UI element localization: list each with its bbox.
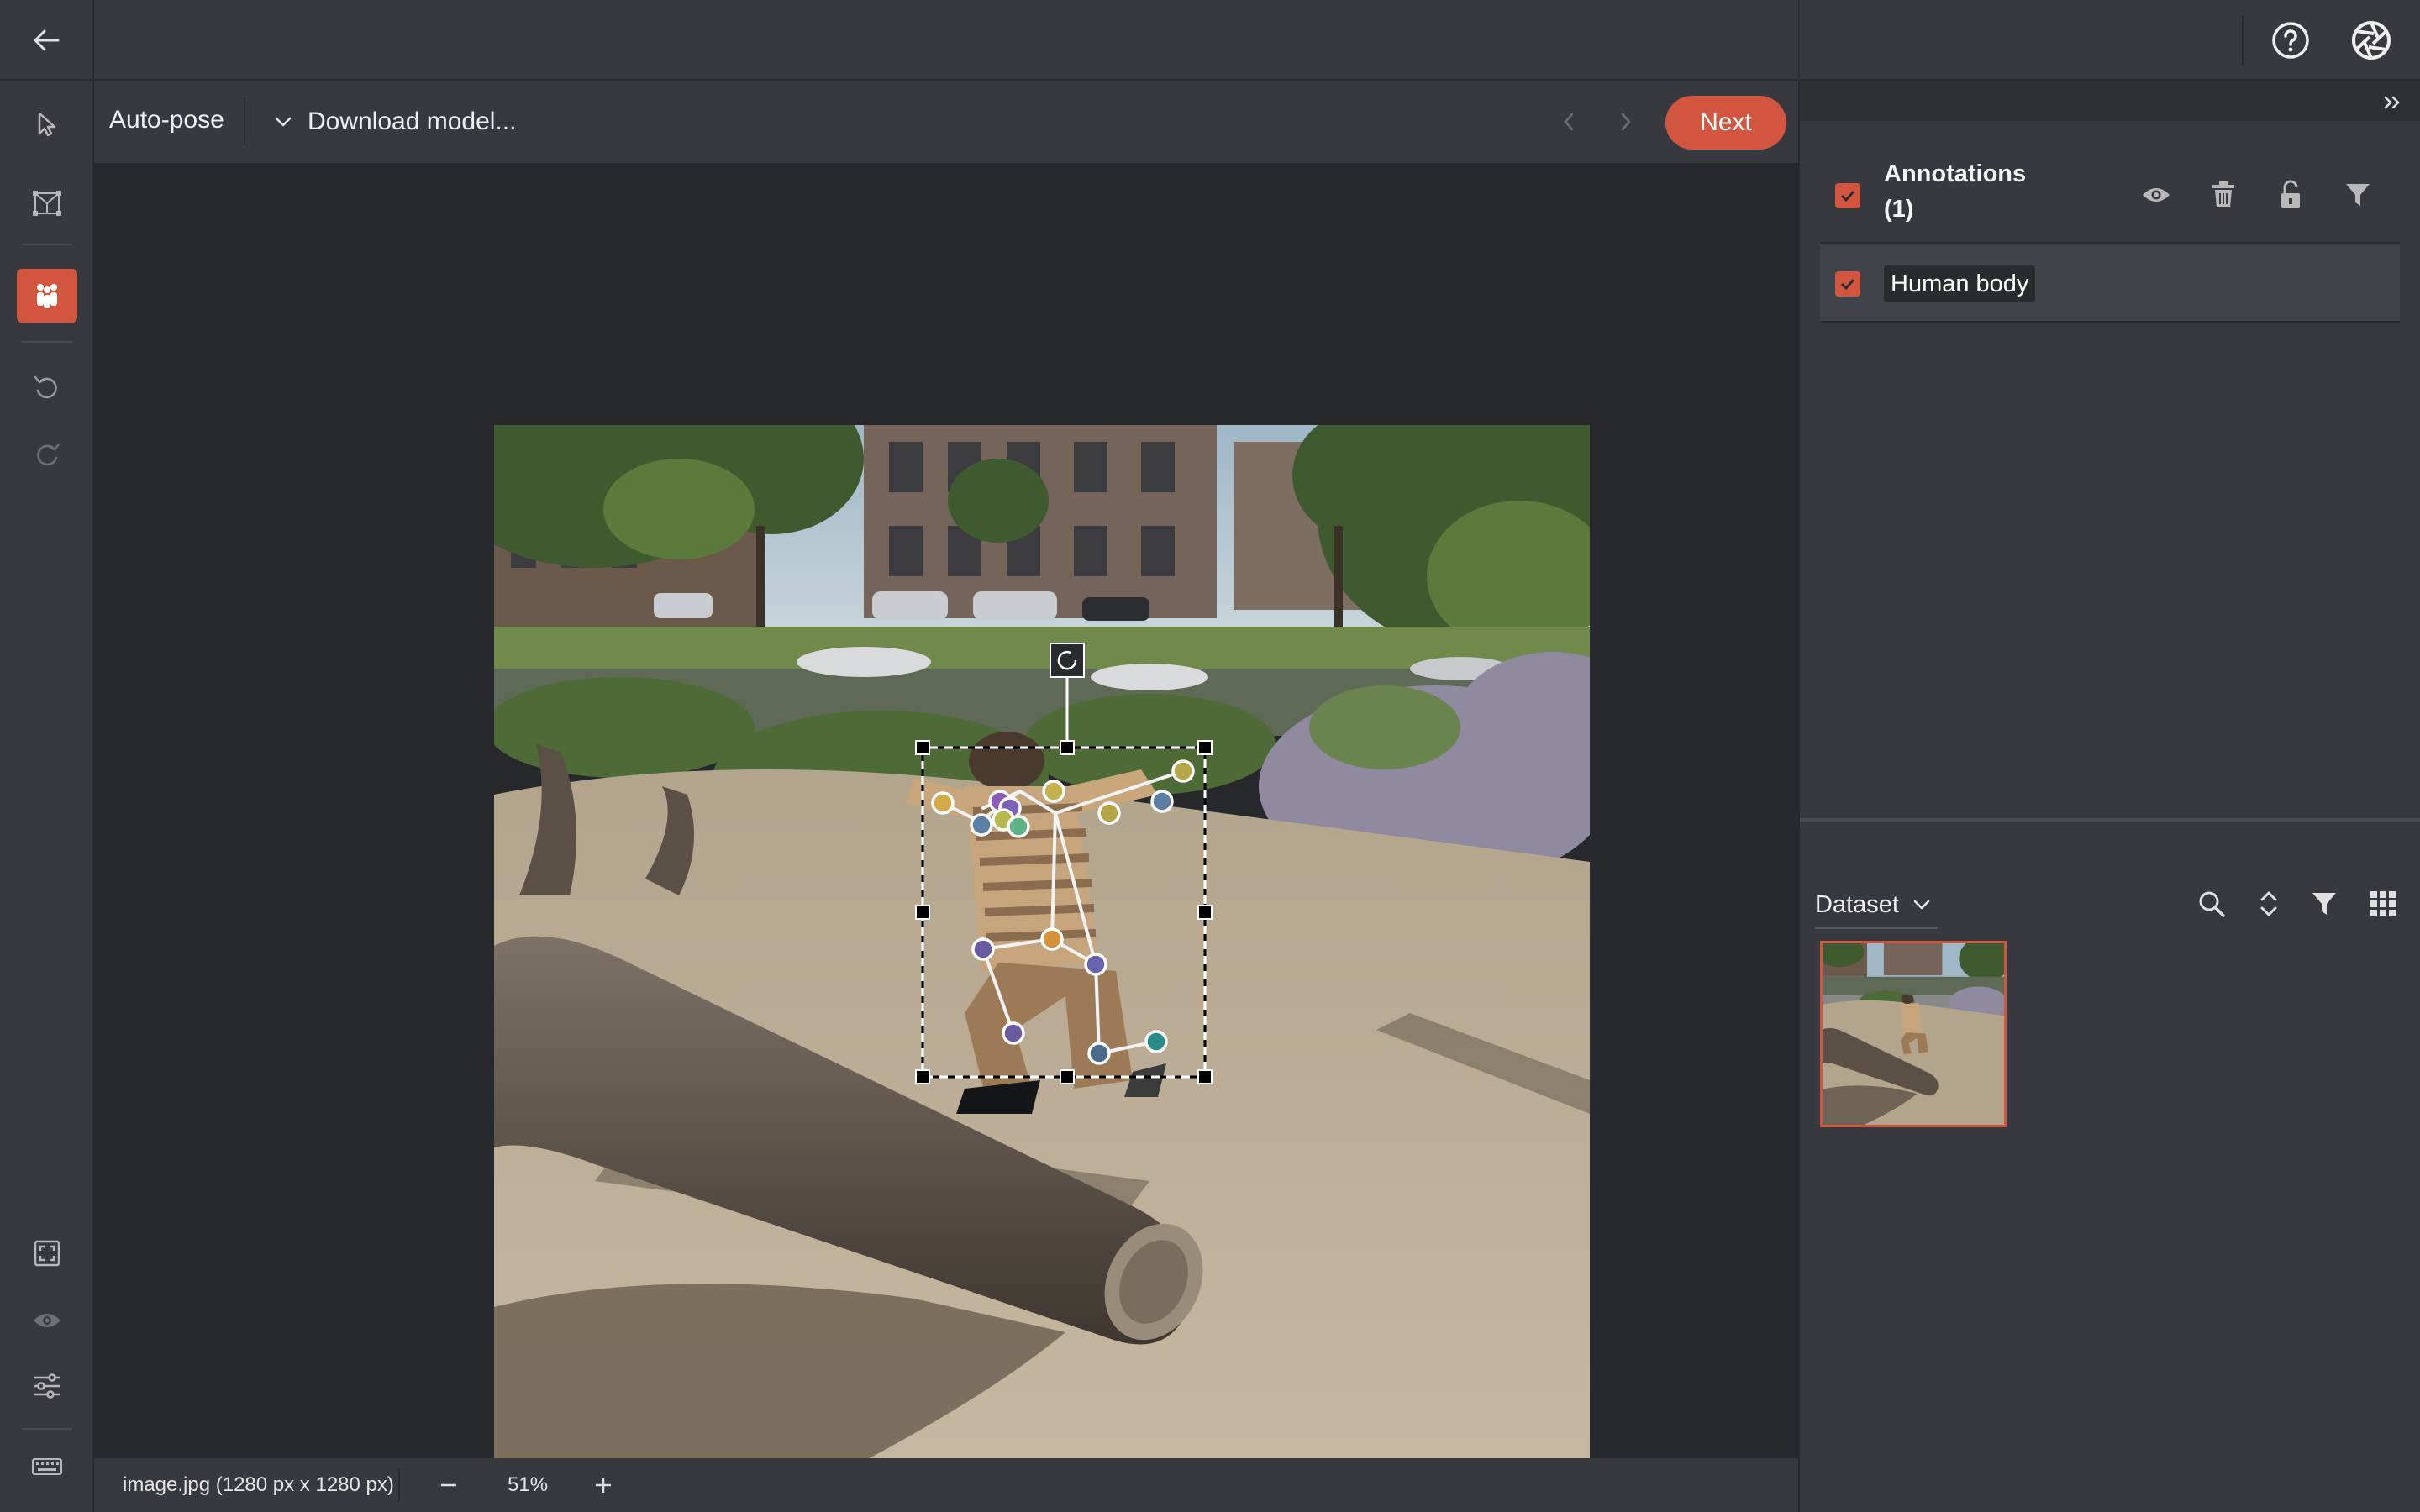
filter-dataset-button[interactable] (2301, 880, 2348, 927)
status-bar: image.jpg (1280 px x 1280 px) 51% (94, 1458, 1798, 1512)
grid-view-button[interactable] (2360, 880, 2407, 927)
next-image-arrow-button[interactable] (1605, 101, 1647, 143)
minus-icon (439, 1475, 459, 1495)
left-toolbar (0, 81, 94, 1512)
undo-icon (32, 373, 62, 403)
keyboard-icon (31, 1457, 63, 1476)
filter-icon (2344, 181, 2371, 208)
help-button[interactable] (2265, 15, 2316, 66)
status-divider (398, 1468, 400, 1502)
account-button[interactable] (2346, 15, 2396, 66)
collapse-panel-button[interactable] (2371, 86, 2413, 119)
annotation-canvas[interactable] (94, 163, 1798, 1512)
fit-screen-button[interactable] (17, 1226, 77, 1280)
grid-icon (2370, 890, 2396, 917)
top-bar-divider (1798, 0, 1800, 81)
fit-screen-icon (33, 1239, 61, 1268)
filter-annotations-button[interactable] (2334, 171, 2381, 218)
file-info: image.jpg (1280 px x 1280 px) (123, 1473, 394, 1496)
select-icon (33, 110, 61, 139)
zoom-in-button[interactable] (585, 1467, 622, 1504)
next-button[interactable]: Next (1665, 96, 1786, 150)
annotations-title: Annotations (1) (1884, 156, 2026, 227)
trash-icon (2211, 181, 2236, 209)
redo-button[interactable] (17, 428, 77, 482)
filter-icon (2311, 890, 2338, 917)
chevron-right-icon (1619, 111, 1633, 133)
park-photo (494, 425, 1590, 1512)
model-dropdown-label: Download model... (308, 108, 517, 135)
canvas-header: Auto-pose Download model... (94, 81, 1798, 163)
help-icon (2270, 20, 2311, 60)
header-divider (244, 97, 245, 146)
annotations-title-text: Annotations (1884, 160, 2027, 187)
visibility-button[interactable] (17, 1294, 77, 1347)
image-canvas[interactable] (494, 425, 1590, 1512)
sort-dataset-button[interactable] (2245, 880, 2292, 927)
thumbnail-image (1823, 943, 2004, 1125)
delete-annotations-button[interactable] (2200, 171, 2247, 218)
chevron-down-icon (1912, 899, 1931, 911)
bounding-box-tool-button[interactable] (17, 176, 77, 230)
search-dataset-button[interactable] (2188, 880, 2235, 927)
search-icon (2197, 890, 2226, 918)
toolbar-divider (22, 1428, 72, 1430)
annotation-row[interactable]: Human body (1820, 245, 2400, 323)
bounding-box-icon (31, 189, 63, 218)
back-arrow-icon (29, 24, 63, 57)
select-tool-button[interactable] (17, 97, 77, 151)
back-button[interactable] (0, 0, 94, 81)
keyboard-shortcuts-button[interactable] (17, 1440, 77, 1494)
tool-name: Auto-pose (109, 106, 224, 134)
double-chevron-right-icon (2383, 95, 2402, 110)
annotations-count: (1) (1884, 196, 1914, 223)
previous-image-button[interactable] (1548, 101, 1590, 143)
checkmark-icon (1839, 277, 1856, 291)
top-bar (0, 0, 2420, 81)
auto-pose-tool-button[interactable] (17, 269, 77, 323)
undo-button[interactable] (17, 361, 77, 415)
redo-icon (32, 440, 62, 470)
settings-button[interactable] (17, 1359, 77, 1413)
dataset-panel: Dataset (1800, 818, 2420, 1512)
toolbar-divider (22, 341, 72, 343)
dataset-thumbnail[interactable] (1820, 941, 2007, 1127)
annotation-label[interactable]: Human body (1884, 265, 2036, 302)
toggle-visibility-button[interactable] (2133, 171, 2180, 218)
top-bar-separator (2242, 15, 2244, 66)
dataset-dropdown[interactable]: Dataset (1815, 882, 1938, 929)
plus-icon (593, 1475, 613, 1495)
panel-top-strip (1800, 81, 2420, 121)
annotation-checkbox[interactable] (1835, 271, 1860, 297)
annotations-select-all-checkbox[interactable] (1835, 183, 1860, 208)
dataset-dropdown-label: Dataset (1815, 890, 1899, 918)
sort-icon (2259, 890, 2279, 918)
sliders-icon (32, 1373, 62, 1399)
model-dropdown[interactable]: Download model... (274, 97, 516, 146)
chevron-left-icon (1562, 111, 1576, 133)
unlock-icon (2279, 180, 2302, 210)
checkmark-icon (1839, 189, 1856, 202)
eye-icon (2141, 185, 2171, 205)
zoom-out-button[interactable] (430, 1467, 467, 1504)
toolbar-divider (22, 244, 72, 245)
right-panel: Annotations (1) Human body Dataset (1800, 81, 2420, 1512)
aperture-icon (2350, 19, 2392, 61)
chevron-down-icon (274, 116, 292, 128)
eye-icon (32, 1310, 62, 1331)
zoom-level: 51% (508, 1473, 549, 1496)
annotations-header: Annotations (1) (1820, 156, 2400, 244)
people-icon (32, 281, 62, 311)
lock-annotations-button[interactable] (2267, 171, 2314, 218)
